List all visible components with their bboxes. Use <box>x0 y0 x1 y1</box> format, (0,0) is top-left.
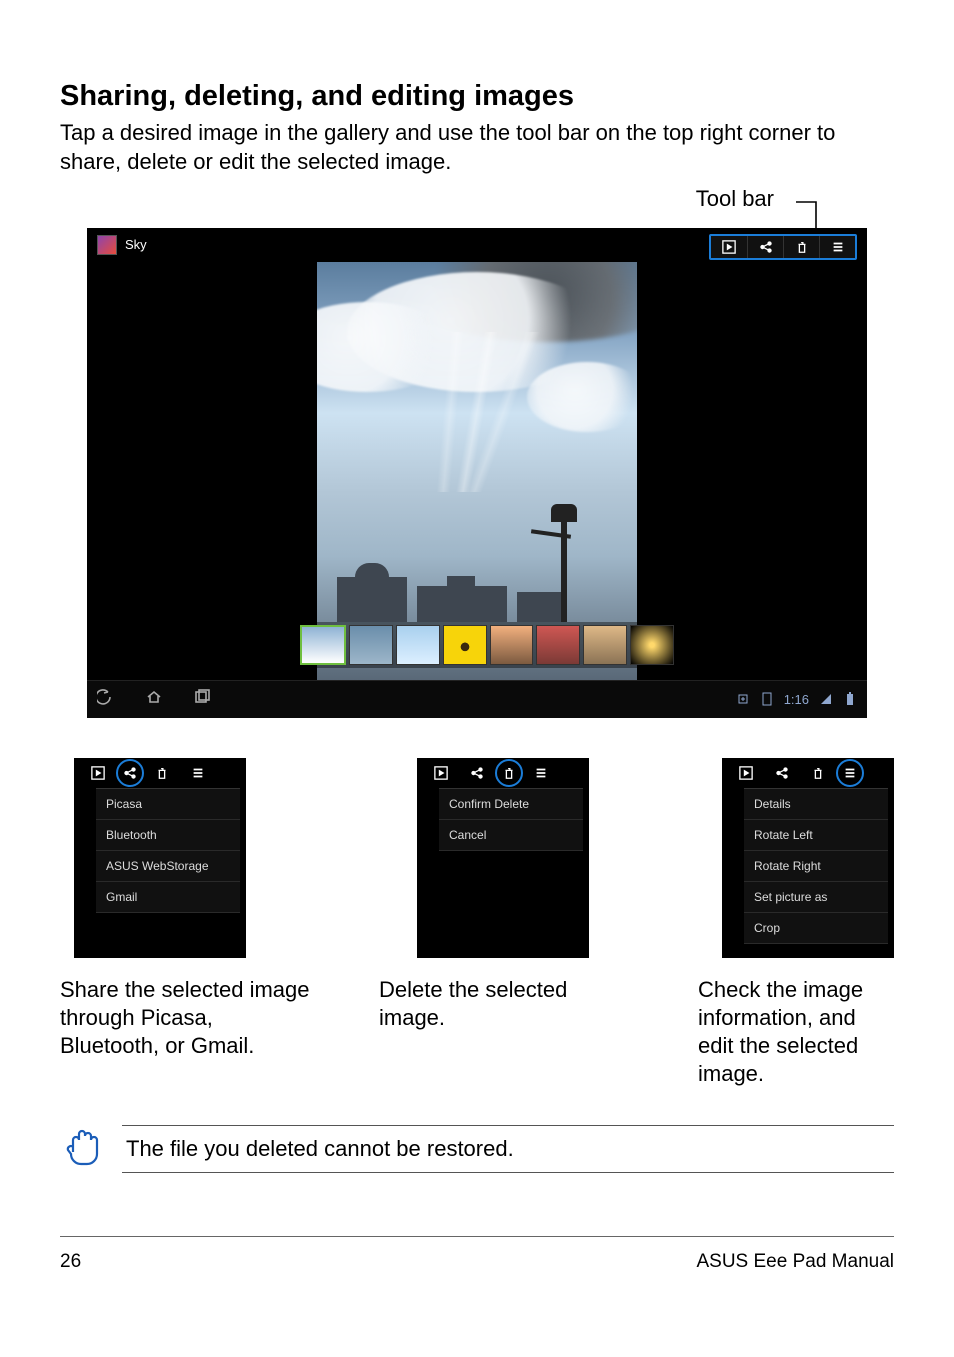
overflow-option[interactable]: Details <box>744 789 888 820</box>
status-bar: 1:16 <box>736 692 857 707</box>
gallery-screenshot: Sky <box>87 228 867 718</box>
overflow-menu-icon <box>180 761 216 785</box>
overflow-menu-icon[interactable] <box>819 236 855 258</box>
wifi-icon <box>819 692 833 706</box>
hand-note-icon <box>60 1124 104 1173</box>
back-icon[interactable] <box>97 688 115 711</box>
slideshow-icon <box>728 761 764 785</box>
thumbnail[interactable] <box>443 625 487 665</box>
thumbnail[interactable] <box>490 625 534 665</box>
share-icon[interactable] <box>747 236 783 258</box>
battery-icon <box>843 692 857 706</box>
share-menu-screenshot: Picasa Bluetooth ASUS WebStorage Gmail <box>74 758 246 958</box>
overflow-option[interactable]: Set picture as <box>744 882 888 913</box>
overflow-option[interactable]: Rotate Left <box>744 820 888 851</box>
album-title: Sky <box>125 237 147 252</box>
thumbnail[interactable] <box>583 625 627 665</box>
trash-icon <box>800 761 836 785</box>
share-caption: Share the selected image through Picasa,… <box>60 976 310 1060</box>
delete-caption: Delete the selected image. <box>379 976 629 1032</box>
overflow-menu-screenshot: Details Rotate Left Rotate Right Set pic… <box>722 758 894 958</box>
trash-icon <box>144 761 180 785</box>
footer-rule <box>60 1236 894 1237</box>
thumbnail[interactable] <box>349 625 393 665</box>
share-option[interactable]: Bluetooth <box>96 820 240 851</box>
slideshow-icon[interactable] <box>711 236 747 258</box>
page-number: 26 <box>60 1251 81 1273</box>
overflow-menu-icon <box>523 761 559 785</box>
section-heading: Sharing, deleting, and editing images <box>60 80 894 113</box>
overflow-option[interactable]: Crop <box>744 913 888 944</box>
overflow-menu-icon[interactable] <box>836 759 864 787</box>
overflow-option[interactable]: Rotate Right <box>744 851 888 882</box>
thumbnail[interactable] <box>300 625 346 665</box>
share-icon[interactable] <box>116 759 144 787</box>
slideshow-icon <box>423 761 459 785</box>
manual-title: ASUS Eee Pad Manual <box>696 1251 894 1273</box>
thumbnail[interactable] <box>630 625 674 665</box>
share-icon <box>459 761 495 785</box>
selected-photo <box>317 262 637 682</box>
share-option[interactable]: ASUS WebStorage <box>96 851 240 882</box>
gallery-app-icon <box>97 235 117 255</box>
home-icon[interactable] <box>145 688 163 711</box>
share-icon <box>764 761 800 785</box>
overflow-caption: Check the image information, and edit th… <box>698 976 894 1089</box>
share-option[interactable]: Gmail <box>96 882 240 913</box>
cancel-option[interactable]: Cancel <box>439 820 583 851</box>
confirm-delete-option[interactable]: Confirm Delete <box>439 789 583 820</box>
share-option[interactable]: Picasa <box>96 789 240 820</box>
toolbar-callout-line <box>794 196 834 232</box>
note-text: The file you deleted cannot be restored. <box>122 1125 894 1173</box>
intro-paragraph: Tap a desired image in the gallery and u… <box>60 119 894 175</box>
toolbar-callout-label: Tool bar <box>696 186 774 212</box>
delete-menu-screenshot: Confirm Delete Cancel <box>417 758 589 958</box>
thumbnail[interactable] <box>396 625 440 665</box>
thumbnail-strip <box>297 622 677 668</box>
image-toolbar <box>709 234 857 260</box>
trash-icon[interactable] <box>783 236 819 258</box>
status-clock: 1:16 <box>784 692 809 707</box>
trash-icon[interactable] <box>495 759 523 787</box>
thumbnail[interactable] <box>536 625 580 665</box>
slideshow-icon <box>80 761 116 785</box>
recent-apps-icon[interactable] <box>193 688 211 711</box>
